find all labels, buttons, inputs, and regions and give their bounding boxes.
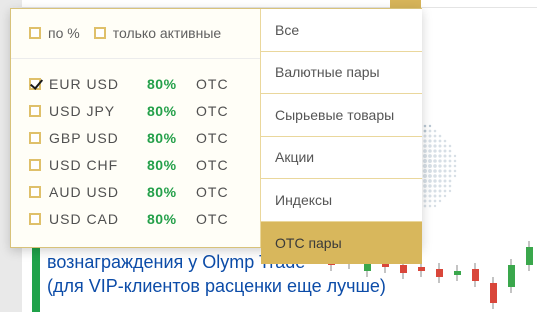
asset-payout: 80% (147, 156, 177, 173)
category-indices[interactable]: Индексы (261, 179, 422, 222)
banner-accent-bar (32, 240, 40, 312)
category-currency-pairs[interactable]: Валютные пары (261, 51, 422, 94)
asset-row-gbp-usd[interactable]: GBP USD 80% OTC (29, 124, 257, 151)
asset-type-tag: OTC (196, 210, 229, 227)
page-top-bar (22, 0, 392, 8)
category-otc-pairs[interactable]: ОТС пары (261, 221, 422, 264)
asset-list: EUR USD 80% OTC USD JPY 80% OTC GBP USD … (29, 70, 257, 232)
category-stocks[interactable]: Акции (261, 136, 422, 179)
asset-type-tag: OTC (196, 156, 229, 173)
asset-type-tag: OTC (196, 183, 229, 200)
favorite-checkbox[interactable] (29, 131, 41, 144)
filter-active-only-checkbox[interactable] (93, 27, 106, 39)
favorite-checkbox[interactable] (29, 158, 41, 171)
asset-row-usd-cad[interactable]: USD CAD 80% OTC (29, 205, 257, 232)
filter-by-percent-label: по % (48, 25, 80, 41)
asset-payout: 80% (147, 75, 177, 92)
favorite-checkbox[interactable] (29, 104, 41, 117)
category-menu: Все Валютные пары Сырьевые товары Акции … (260, 9, 422, 264)
category-all[interactable]: Все (261, 9, 422, 52)
favorite-checkbox[interactable] (29, 77, 41, 90)
asset-name: GBP USD (49, 129, 119, 146)
asset-name: USD JPY (49, 102, 116, 119)
page-top-bar-right (421, 0, 537, 8)
banner-line-2: (для VIP-клиентов расценки еще лучше) (47, 276, 386, 296)
asset-row-aud-usd[interactable]: AUD USD 80% OTC (29, 178, 257, 205)
asset-list-panel: по % только активные EUR USD 80% OTC USD… (11, 9, 260, 247)
asset-type-tag: OTC (196, 75, 229, 92)
asset-payout: 80% (147, 102, 177, 119)
asset-payout: 80% (147, 129, 177, 146)
asset-selector-dropdown: по % только активные EUR USD 80% OTC USD… (10, 8, 422, 264)
asset-row-usd-chf[interactable]: USD CHF 80% OTC (29, 151, 257, 178)
asset-name: USD CAD (49, 210, 120, 227)
asset-type-tag: OTC (196, 129, 229, 146)
asset-name: EUR USD (49, 75, 120, 92)
filter-active-only-label: только активные (112, 25, 222, 41)
asset-row-eur-usd[interactable]: EUR USD 80% OTC (29, 70, 257, 97)
favorite-checkbox[interactable] (29, 212, 41, 225)
filter-by-percent-checkbox[interactable] (29, 27, 41, 39)
asset-row-usd-jpy[interactable]: USD JPY 80% OTC (29, 97, 257, 124)
top-tab-accent (390, 0, 421, 8)
asset-type-tag: OTC (196, 102, 229, 119)
asset-payout: 80% (147, 183, 177, 200)
asset-name: AUD USD (49, 183, 120, 200)
filter-bar: по % только активные (29, 23, 235, 43)
category-commodities[interactable]: Сырьевые товары (261, 94, 422, 137)
filter-active-only[interactable]: только активные (93, 25, 222, 41)
asset-name: USD CHF (49, 156, 119, 173)
asset-payout: 80% (147, 210, 177, 227)
filter-by-percent[interactable]: по % (29, 25, 80, 41)
filter-divider (11, 58, 260, 59)
favorite-checkbox[interactable] (29, 185, 41, 198)
